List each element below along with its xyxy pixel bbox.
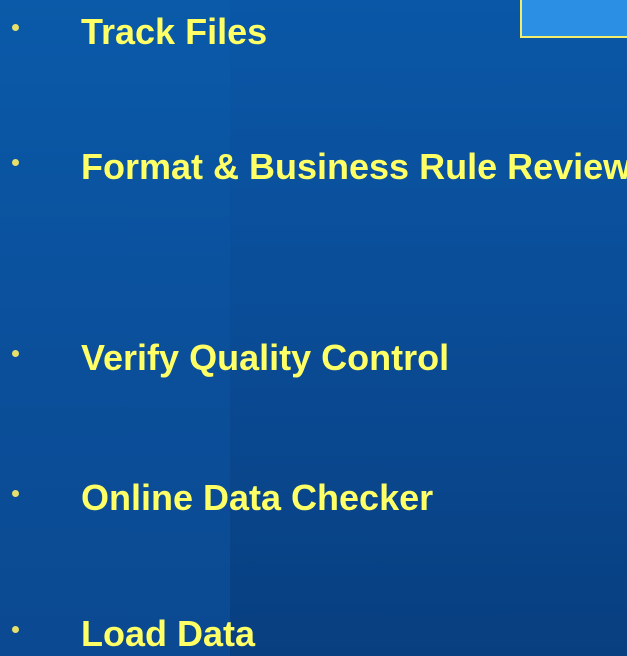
bullet-text: Verify Quality Control (81, 337, 450, 378)
bullet-marker (12, 24, 19, 31)
bullet-text: Format & Business Rule Review (81, 146, 627, 187)
bullet-marker (12, 159, 19, 166)
bullet-marker (12, 626, 19, 633)
bullet-text: Online Data Checker (81, 477, 434, 518)
bullet-marker (12, 350, 19, 357)
bullet-list: Track Files Format & Business Rule Revie… (0, 0, 627, 656)
presentation-slide: Track Files Format & Business Rule Revie… (0, 0, 627, 656)
bullet-text: Load Data (81, 613, 256, 654)
bullet-marker (12, 490, 19, 497)
bullet-text: Track Files (81, 11, 268, 52)
